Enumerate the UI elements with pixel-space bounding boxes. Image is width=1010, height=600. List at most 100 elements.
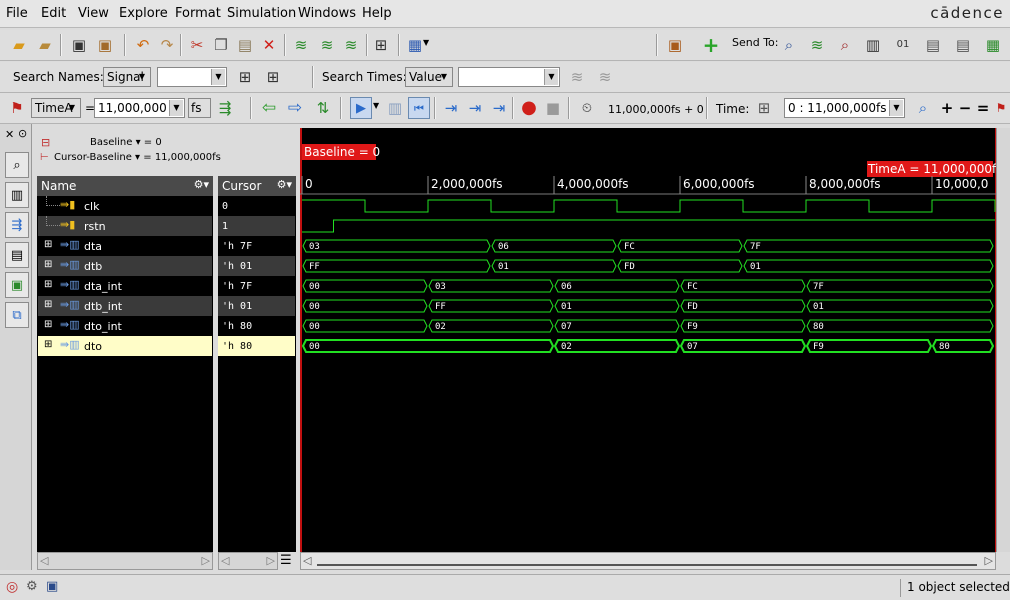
signal-row-dtb[interactable]: ⊞ ⇛▥ dtb (38, 256, 212, 276)
scroll-left-icon[interactable]: ◁ (40, 554, 48, 567)
cursor-horizontal-scrollbar[interactable]: ◁ ▷ (218, 552, 278, 570)
time-range-input[interactable]: 0 : 11,000,000fs ▼ (784, 98, 905, 118)
search-names-next-icon[interactable]: ⊞ (262, 66, 284, 88)
menu-format[interactable]: Format (175, 6, 221, 21)
rewind-icon[interactable]: ⏮ (408, 97, 430, 119)
waveform-canvas[interactable]: Baseline = 0 TimeA = 11,000,000fs 0 2,000… (300, 128, 1010, 552)
create-bus-icon[interactable]: ≋ (290, 34, 312, 56)
expand-icon[interactable]: ⊞ (44, 299, 52, 310)
time-unit-select[interactable]: fs (188, 98, 211, 118)
bus-segment[interactable] (806, 299, 994, 313)
send-to-memory-icon[interactable]: ▤ (952, 34, 974, 56)
chevron-down-icon[interactable]: ▼ (373, 101, 379, 110)
menu-edit[interactable]: Edit (41, 6, 66, 21)
bus-segment[interactable] (680, 319, 806, 333)
cursor-column-header[interactable]: Cursor ⚙▾ (218, 176, 296, 196)
expand-icon[interactable]: ⊞ (44, 259, 52, 270)
stop-icon[interactable]: ● (518, 97, 540, 119)
menu-view[interactable]: View (78, 6, 109, 21)
register-icon[interactable]: ▤ (5, 242, 29, 268)
marker-select[interactable]: TimeA ▼ (31, 98, 81, 118)
expand-icon[interactable]: ⊞ (44, 339, 52, 350)
waveform-clk[interactable] (302, 199, 996, 213)
collapse-bus-icon[interactable]: ≋ (340, 34, 362, 56)
send-to-schematic-icon[interactable]: ▥ (862, 34, 884, 56)
send-to-watch-icon[interactable]: ▤ (922, 34, 944, 56)
search-times-mode-select[interactable]: Value ▼ (405, 67, 453, 87)
time-range-icon[interactable]: ⊞ (753, 97, 775, 119)
bus-segment[interactable] (679, 339, 807, 353)
signal-row-dto_int[interactable]: ⊞ ⇛▥ dto_int (38, 316, 212, 336)
link-icon[interactable]: ⚙ (26, 579, 38, 594)
expand-icon[interactable]: ⊞ (44, 319, 52, 330)
name-column-header[interactable]: Name ⚙▾ (37, 176, 213, 196)
bus-segment[interactable] (554, 319, 680, 333)
bus-segment[interactable] (302, 259, 491, 273)
waveform-icon[interactable]: ⇶ (5, 212, 29, 238)
bus-segment[interactable] (743, 239, 994, 253)
bus-segment[interactable] (743, 259, 994, 273)
menu-simulation[interactable]: Simulation (227, 6, 296, 21)
target-icon[interactable]: ◎ (6, 579, 18, 595)
bus-segment[interactable] (302, 299, 428, 313)
bus-segment[interactable] (302, 319, 428, 333)
bus-segment[interactable] (428, 319, 554, 333)
redo-icon[interactable]: ↷ (156, 34, 178, 56)
close-icon[interactable]: ✕ (5, 128, 14, 141)
pause-icon[interactable]: ▥ (384, 97, 406, 119)
waveform-horizontal-scrollbar[interactable]: ◁ ▷ (300, 552, 996, 570)
binoculars-icon[interactable]: ⊞ (370, 34, 392, 56)
name-horizontal-scrollbar[interactable]: ◁ ▷ (37, 552, 213, 570)
bus-segment[interactable] (617, 239, 743, 253)
send-to-waveform-icon[interactable]: ≋ (806, 34, 828, 56)
scroll-right-icon[interactable]: ▷ (985, 554, 993, 567)
bus-segment[interactable] (553, 339, 681, 353)
signal-row-dtb_int[interactable]: ⊞ ⇛▥ dtb_int (38, 296, 212, 316)
expand-icon[interactable]: ⊞ (44, 279, 52, 290)
column-settings-icon[interactable]: ⚙▾ (194, 178, 209, 191)
run-icon[interactable]: ▶ (350, 97, 372, 119)
bus-segment[interactable] (805, 339, 933, 353)
bus-segment[interactable] (302, 279, 428, 293)
scroll-right-icon[interactable]: ▷ (202, 554, 210, 567)
search-names-input[interactable]: ▼ (157, 67, 227, 87)
previous-edge-icon[interactable]: ⇦ (258, 97, 280, 119)
schematic-icon[interactable]: ▥ (5, 182, 29, 208)
signal-row-dta[interactable]: ⊞ ⇛▥ dta (38, 236, 212, 256)
bus-segment[interactable] (554, 279, 680, 293)
tools-box-icon[interactable]: ▣ (664, 34, 686, 56)
design-browser-icon[interactable]: ⌕ (5, 152, 29, 178)
signal-row-rstn[interactable]: ⇛▮ rstn (38, 216, 212, 236)
play-circle-icon[interactable]: ⊙ (18, 127, 27, 140)
expand-bus-icon[interactable]: ≋ (316, 34, 338, 56)
zoom-icon[interactable]: ⌕ (912, 97, 934, 119)
column-settings-icon[interactable]: ⚙▾ (277, 178, 292, 191)
next-edge-icon[interactable]: ⇨ (284, 97, 306, 119)
signal-row-dta_int[interactable]: ⊞ ⇛▥ dta_int (38, 276, 212, 296)
list-settings-icon[interactable]: ☰ (280, 553, 292, 568)
step-out-icon[interactable]: ⇥ (488, 97, 510, 119)
send-to-table-icon[interactable]: ▦ (982, 34, 1004, 56)
cursor-baseline-readout[interactable]: Cursor-Baseline ▾ = 11,000,000fs (54, 152, 221, 163)
send-to-register-icon[interactable]: 01 (892, 34, 914, 56)
open-folder-icon[interactable]: ▰ (8, 34, 30, 56)
bus-segment[interactable] (554, 299, 680, 313)
waveform-vertical-scrollbar[interactable] (996, 128, 1010, 552)
delete-icon[interactable]: ✕ (258, 34, 280, 56)
expand-icon[interactable]: ⊞ (44, 239, 52, 250)
search-times-next-icon[interactable]: ≋ (594, 66, 616, 88)
signal-row-dto[interactable]: ⊞ ⇛▥ dto (38, 336, 212, 356)
memory-icon[interactable]: ⧉ (5, 302, 29, 328)
bus-segment[interactable] (301, 339, 555, 353)
breakpoint-icon[interactable]: ■ (542, 97, 564, 119)
bus-segment[interactable] (617, 259, 743, 273)
scroll-left-icon[interactable]: ◁ (303, 554, 311, 567)
bus-segment[interactable] (302, 239, 491, 253)
scroll-right-icon[interactable]: ▷ (267, 554, 275, 567)
save-as-icon[interactable]: ▣ (94, 34, 116, 56)
bus-segment[interactable] (428, 279, 554, 293)
scrollbar-thumb[interactable] (317, 556, 977, 566)
paste-icon[interactable]: ▤ (234, 34, 256, 56)
baseline-readout[interactable]: Baseline ▾ = 0 (90, 137, 162, 148)
save-state-icon[interactable]: ▣ (46, 579, 58, 594)
